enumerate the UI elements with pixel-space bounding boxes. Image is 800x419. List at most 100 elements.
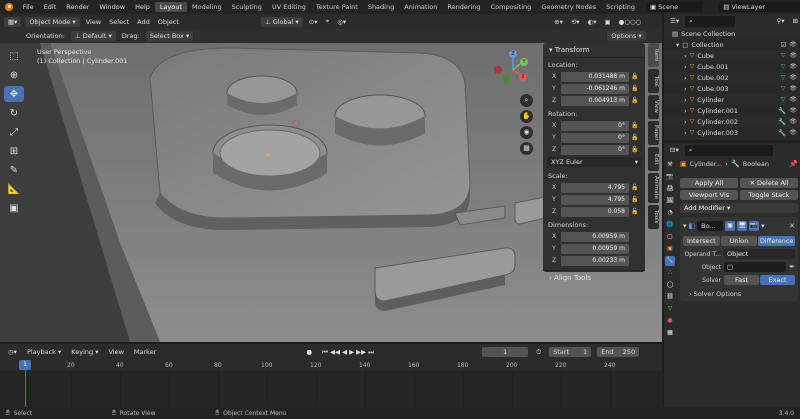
neg-x-axis-icon[interactable] — [494, 66, 502, 74]
rotation-x-field[interactable]: 0° — [561, 120, 629, 131]
tab-uv-editing[interactable]: UV Editing — [267, 2, 311, 12]
lock-icon[interactable]: 🔓 — [629, 184, 641, 191]
lock-icon[interactable]: 🔓 — [629, 73, 641, 80]
physics-tab-icon[interactable]: ◯ — [665, 280, 675, 290]
eye-icon[interactable]: 👁 — [789, 118, 797, 125]
playhead[interactable]: 1 — [19, 360, 31, 370]
solver-fast-button[interactable]: Fast — [724, 275, 759, 285]
scene-collection-row[interactable]: ▤ Scene Collection — [664, 28, 800, 39]
add-modifier-button[interactable]: Add Modifier ▾ — [680, 203, 798, 213]
blender-logo-icon[interactable] — [3, 2, 15, 12]
transform-panel-header[interactable]: ▾ Transform — [543, 43, 645, 58]
rotation-z-field[interactable]: 0° — [561, 144, 629, 155]
measure-tool-icon[interactable]: 📐 — [4, 181, 24, 197]
orientation-dropdown[interactable]: ⊥ Default ▾ — [70, 31, 116, 41]
list-item[interactable]: › ▽ Cylinder ▽ 👁 — [664, 94, 800, 105]
z-axis-icon[interactable]: Z — [509, 50, 517, 58]
render-toggle-icon[interactable]: 📷 — [749, 220, 760, 231]
shading-solid-icon[interactable]: ●○○○ — [617, 18, 644, 26]
tab-paper[interactable]: Paper — [648, 121, 659, 145]
editor-type-button[interactable]: ▦▾ — [4, 16, 22, 27]
pivot-icon[interactable]: ⊙▾ — [307, 18, 320, 26]
drag-dropdown[interactable]: Select Box ▾ — [145, 31, 194, 41]
menu-window[interactable]: Window — [94, 3, 130, 11]
perspective-grid-icon[interactable]: ▦ — [520, 142, 533, 155]
lock-icon[interactable]: 🔓 — [629, 85, 641, 92]
intersect-button[interactable]: Intersect — [683, 236, 720, 246]
tab-modeling[interactable]: Modeling — [187, 2, 227, 12]
rotation-y-field[interactable]: 0° — [561, 132, 629, 143]
data-tab-icon[interactable]: ▽ — [665, 304, 675, 314]
pin-icon[interactable]: 📌 — [789, 160, 798, 168]
menu-view[interactable]: View — [84, 18, 103, 26]
menu-playback[interactable]: Playback ▾ — [25, 348, 63, 356]
modifier-name-field[interactable]: Bo... — [697, 220, 724, 231]
timeline-editor-icon[interactable]: ◷▾ — [6, 348, 19, 356]
navigation-gizmo[interactable]: Z Y X ⌕ ✋ ◉ ▦ — [490, 48, 540, 158]
scale-y-field[interactable]: 4.795 — [561, 194, 629, 205]
stopwatch-icon[interactable]: ⏱ — [534, 348, 543, 357]
location-y-field[interactable]: -0.061246 m — [561, 83, 629, 94]
material-tab-icon[interactable]: ● — [665, 316, 675, 326]
rotate-tool-icon[interactable]: ↻ — [4, 105, 24, 121]
cursor-tool-icon[interactable]: ⊕ — [4, 67, 24, 83]
eye-icon[interactable]: 👁 — [789, 107, 797, 114]
pan-hand-icon[interactable]: ✋ — [520, 110, 533, 123]
output-tab-icon[interactable]: 🖨 — [665, 184, 675, 194]
xray-icon[interactable]: ▣ — [603, 18, 613, 26]
dimensions-z-field[interactable]: 0.00233 m — [561, 255, 629, 266]
eye-icon[interactable]: 👁 — [789, 41, 797, 48]
current-frame-field[interactable]: 1 — [482, 347, 529, 357]
scale-tool-icon[interactable]: ⤢ — [4, 124, 24, 140]
lock-icon[interactable]: 🔓 — [629, 122, 641, 129]
union-button[interactable]: Union — [720, 236, 758, 246]
end-frame-field[interactable]: End 250 — [597, 347, 640, 357]
editor-type-icon[interactable]: ☰▾ — [668, 17, 681, 25]
eye-icon[interactable]: 👁 — [789, 63, 797, 70]
proportional-edit-icon[interactable]: ◎▾ — [335, 18, 348, 26]
menu-render[interactable]: Render — [61, 3, 94, 11]
eye-icon[interactable]: 👁 — [789, 85, 797, 92]
eyedropper-icon[interactable]: ✒ — [789, 263, 795, 271]
eye-icon[interactable]: 👁 — [789, 74, 797, 81]
x-axis-icon[interactable]: X — [519, 73, 527, 81]
tab-animate[interactable]: Animate — [648, 173, 659, 203]
scene-tab-icon[interactable]: ◔ — [665, 208, 675, 218]
list-item[interactable]: › ▽ Cube.003 ▽ 👁 — [664, 83, 800, 94]
list-item[interactable]: › ▽ Cube.002 ▽ 👁 — [664, 72, 800, 83]
transform-tool-icon[interactable]: ⊞ — [4, 143, 24, 159]
record-icon[interactable]: ● — [304, 348, 314, 356]
align-tools-panel-header[interactable]: › Align Tools — [543, 270, 645, 285]
properties-search-input[interactable]: ⌕ — [684, 144, 773, 156]
difference-button[interactable]: Difference — [758, 236, 796, 246]
rotation-mode-dropdown[interactable]: XYZ Euler ▾ — [547, 157, 641, 167]
tab-layout[interactable]: Layout — [154, 2, 187, 12]
move-tool-icon[interactable]: ✥ — [4, 86, 24, 102]
object-type-visibility-icon[interactable]: ⊕▾ — [552, 18, 565, 26]
list-item[interactable]: › ▽ Cylinder.003 🔧 👁 — [664, 127, 800, 138]
eye-icon[interactable]: 👁 — [789, 52, 797, 59]
start-frame-field[interactable]: Start 1 — [549, 347, 592, 357]
playback-controls-icon[interactable]: ⏮ ◀◀ ◀ ▶ ▶▶ ⏭ — [320, 348, 376, 357]
eye-icon[interactable]: 👁 — [789, 129, 797, 136]
transform-orientation-dropdown[interactable]: ⊥ Global ▾ — [260, 16, 303, 27]
outliner-search-input[interactable]: ⌕ — [685, 15, 736, 27]
add-cube-tool-icon[interactable]: ▣ — [4, 200, 24, 216]
menu-keying[interactable]: Keying ▾ — [69, 348, 100, 356]
tab-geometry-nodes[interactable]: Geometry Nodes — [536, 2, 601, 12]
select-box-tool-icon[interactable]: ⬚ — [4, 48, 24, 64]
tab-sculpting[interactable]: Sculpting — [227, 2, 267, 12]
tab-tool[interactable]: Tool — [648, 69, 659, 93]
filter-icon[interactable]: ⚲▾ — [775, 17, 787, 25]
gizmo-icon[interactable]: ⟲▾ — [569, 18, 582, 26]
scene-selector[interactable]: ▣ Scene — [646, 2, 704, 12]
new-collection-icon[interactable]: ⊞ — [791, 17, 800, 25]
dropdown-icon[interactable]: ▾ — [761, 222, 765, 230]
scale-z-field[interactable]: 0.058 — [561, 206, 629, 217]
menu-file[interactable]: File — [18, 3, 39, 11]
lock-icon[interactable]: 🔓 — [629, 146, 641, 153]
neg-y-axis-icon[interactable] — [502, 75, 510, 83]
tab-texture-paint[interactable]: Texture Paint — [311, 2, 363, 12]
viewport-toggle-icon[interactable]: 🖥 — [737, 220, 748, 231]
tab-view[interactable]: View — [648, 95, 659, 119]
